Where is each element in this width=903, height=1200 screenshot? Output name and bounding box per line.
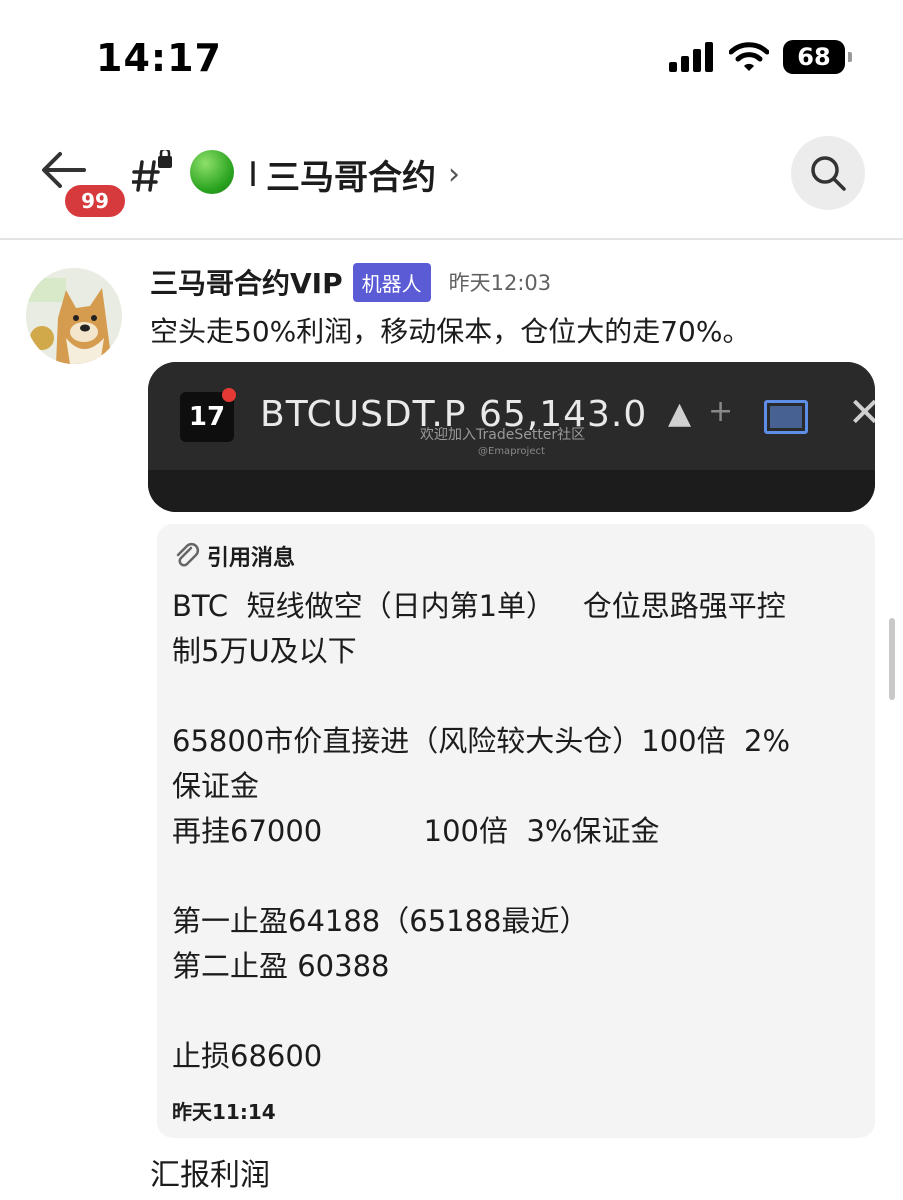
green-circle-icon [190, 150, 234, 194]
channel-name: 三马哥合约 [266, 158, 437, 198]
signal-icon [669, 42, 713, 72]
battery-level: 68 [797, 43, 831, 71]
quote-line [172, 674, 862, 719]
attached-image[interactable]: 17 BTCUSDT.P 65,143.0 ▲ + ✕ 欢迎加入TradeSet… [148, 362, 875, 512]
quote-line: 保证金 [172, 769, 260, 803]
scrollbar-thumb[interactable] [889, 618, 895, 700]
battery-icon: 68 [783, 40, 852, 74]
paperclip-icon [176, 542, 200, 567]
status-bar: 14:17 68 [0, 0, 903, 120]
next-message-text: 汇报利润 [150, 1158, 270, 1193]
message-time[interactable]: 昨天12:03 [449, 267, 552, 297]
quote-line: BTC 短线做空（日内第1单） 仓位思路强平控 [172, 589, 786, 623]
message-text: 空头走50%利润，移动保本，仓位大的走70%。 [150, 315, 751, 348]
message-header: 三马哥合约VIP 机器人 昨天12:03 [150, 262, 551, 302]
quote-line: 制5万U及以下 [172, 634, 357, 668]
wifi-icon [729, 42, 769, 71]
plus-icon: + [708, 394, 734, 429]
quote-line: 第二止盈 60388 [172, 949, 390, 983]
status-icons: 68 [669, 40, 852, 74]
chevron-right-icon: › [448, 157, 461, 192]
search-button[interactable] [791, 136, 865, 210]
quote-line: 第一止盈64188（65188最近） [172, 904, 589, 938]
window-icon [764, 400, 808, 434]
channel-prefix: I [248, 154, 259, 195]
watermark-subtext: @Emaproject [478, 446, 545, 457]
quoted-message[interactable]: 引用消息 BTC 短线做空（日内第1单） 仓位思路强平控 制5万U及以下 658… [157, 524, 875, 1138]
quote-line: 再挂67000 100倍 3%保证金 [172, 814, 660, 848]
doge-avatar-image [26, 268, 122, 364]
watermark-text: 欢迎加入TradeSetter社区 [420, 427, 586, 443]
avatar[interactable] [26, 268, 122, 364]
sender-name[interactable]: 三马哥合约VIP [150, 262, 343, 302]
quote-time: 昨天11:14 [172, 1100, 276, 1124]
quote-line: 65800市价直接进（风险较大头仓）100倍 2% [172, 724, 791, 758]
status-time: 14:17 [96, 36, 222, 80]
unread-badge: 99 [62, 182, 128, 220]
hash-lock-icon [132, 150, 172, 192]
channel-header: 99 I 三马哥合约 › [0, 120, 903, 240]
search-icon [811, 156, 846, 191]
quote-line [172, 989, 862, 1034]
quote-body: BTC 短线做空（日内第1单） 仓位思路强平控 制5万U及以下 65800市价直… [172, 584, 862, 1079]
image-lower-area [148, 470, 875, 512]
up-arrow-icon: ▲ [668, 396, 692, 431]
quote-line: 止损68600 [172, 1039, 323, 1073]
quote-header: 引用消息 [173, 540, 295, 572]
bot-badge: 机器人 [352, 262, 431, 302]
notification-dot [222, 388, 236, 402]
close-icon: ✕ [848, 390, 875, 436]
quote-label: 引用消息 [207, 546, 296, 571]
quote-line [172, 854, 862, 899]
channel-title[interactable]: I 三马哥合约 › [248, 150, 460, 199]
